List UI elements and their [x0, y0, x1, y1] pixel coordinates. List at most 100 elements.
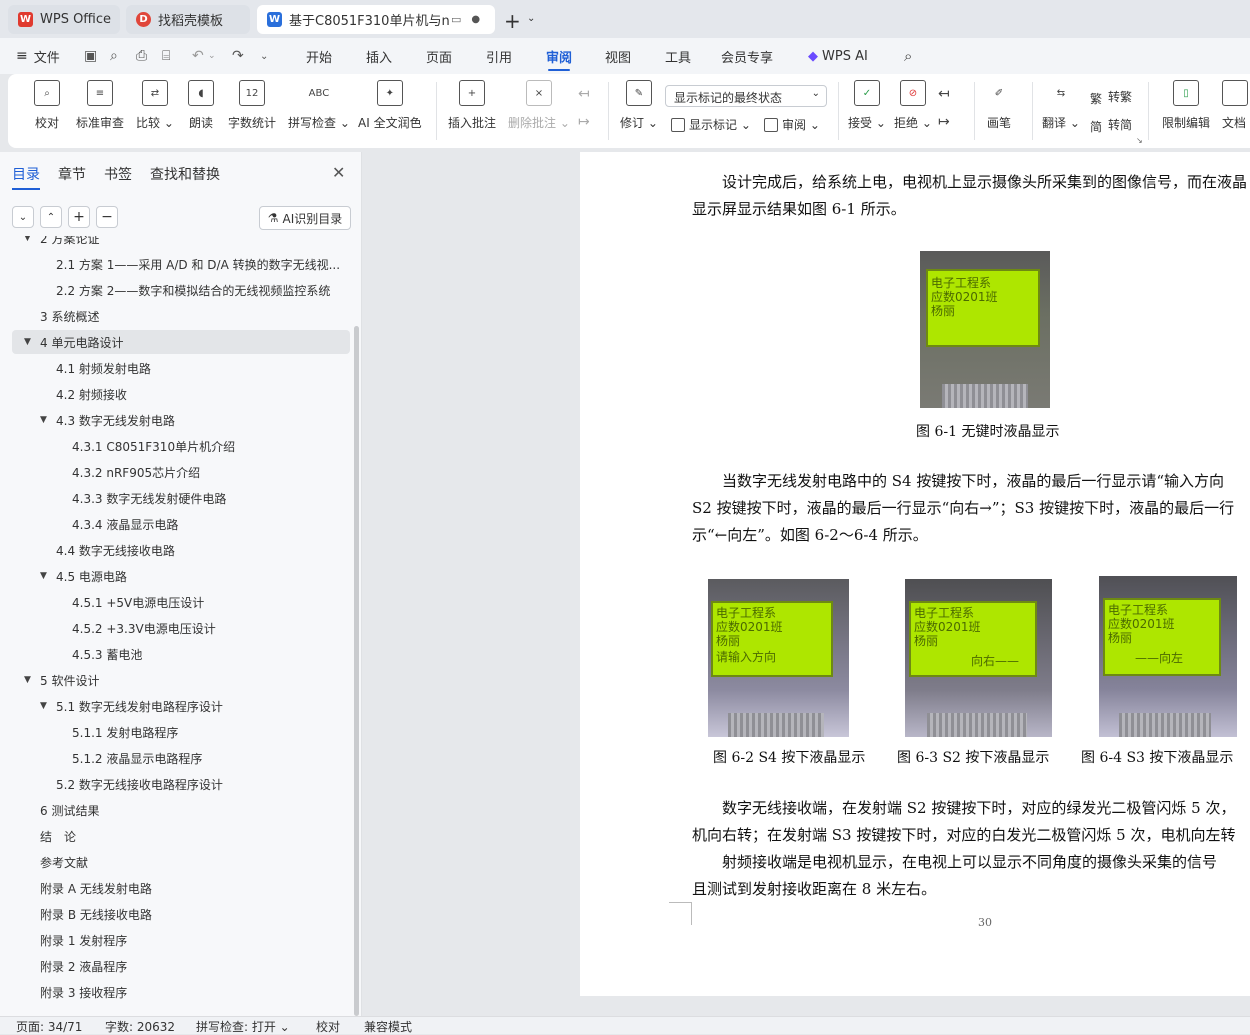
tab-find-replace[interactable]: 查找和替换: [150, 164, 220, 184]
export-icon[interactable]: ⌕: [110, 38, 118, 74]
toc-item[interactable]: 6 测试结果: [12, 798, 350, 822]
save-icon[interactable]: ▣: [84, 38, 97, 74]
wps-ai-menu[interactable]: ◆ WPS AI: [808, 38, 868, 74]
prev-comment-icon[interactable]: ↤: [578, 86, 590, 102]
menu-member[interactable]: 会员专享: [721, 38, 773, 74]
translate-button[interactable]: ⇆ 翻译 ⌄: [1042, 80, 1080, 131]
tab-toc[interactable]: 目录: [12, 164, 40, 190]
word-count-button[interactable]: 12 字数统计: [228, 80, 276, 131]
tab-document[interactable]: W 基于C8051F310单片机与nRF ▭ ●: [257, 5, 495, 34]
prev-change-icon[interactable]: ↤: [938, 86, 950, 102]
print-icon[interactable]: ⎙: [136, 38, 147, 74]
compare-button[interactable]: ⇄ 比较 ⌄: [136, 80, 174, 131]
standard-review-button[interactable]: ≡ 标准审查: [76, 80, 124, 131]
toc-item[interactable]: 附录 2 液晶程序: [12, 954, 350, 978]
menu-review[interactable]: 审阅: [546, 38, 572, 74]
toc-item[interactable]: 4.2 射频接收: [12, 382, 350, 406]
toc-item[interactable]: 4.3.1 C8051F310单片机介绍: [12, 434, 350, 458]
proofread-button[interactable]: ⌕ 校对: [34, 80, 60, 131]
ai-polish-button[interactable]: ✦ AI 全文润色: [358, 80, 422, 131]
to-traditional-button[interactable]: 繁转繁: [1090, 88, 1132, 106]
toc-item[interactable]: 附录 B 无线接收电路: [12, 902, 350, 926]
delete-comment-button[interactable]: × 删除批注 ⌄: [508, 80, 570, 131]
collapse-up-button[interactable]: ⌃: [40, 206, 62, 228]
close-icon[interactable]: ✕: [332, 163, 345, 182]
toc-item[interactable]: ▼ 4 单元电路设计: [12, 330, 350, 354]
page-indicator[interactable]: 页面: 34/71: [16, 1018, 82, 1035]
quick-access-chevron-icon[interactable]: ⌄: [260, 38, 268, 74]
tab-bookmarks[interactable]: 书签: [104, 164, 132, 184]
restrict-editing-button[interactable]: ▯ 限制编辑: [1162, 80, 1210, 131]
expand-triangle-icon[interactable]: ▼: [40, 571, 52, 581]
toc-item[interactable]: ▼ 5.1 数字无线发射电路程序设计: [12, 694, 350, 718]
undo-icon[interactable]: ↶: [192, 38, 204, 74]
menu-home[interactable]: 开始: [306, 38, 332, 74]
markup-state-select[interactable]: 显示标记的最终状态 ⌄: [665, 85, 827, 107]
toc-item[interactable]: 4.5.1 +5V电源电压设计: [12, 590, 350, 614]
menu-view[interactable]: 视图: [605, 38, 631, 74]
toc-item[interactable]: 结 论: [12, 824, 350, 848]
toc-item[interactable]: ▼ 5 软件设计: [12, 668, 350, 692]
tab-chapters[interactable]: 章节: [58, 164, 86, 184]
document-permission-button[interactable]: 文档: [1222, 80, 1250, 131]
toc-item[interactable]: 附录 A 无线发射电路: [12, 876, 350, 900]
new-tab-plus-icon[interactable]: +: [504, 9, 521, 33]
menu-references[interactable]: 引用: [486, 38, 512, 74]
track-changes-button[interactable]: ✎ 修订 ⌄: [620, 80, 658, 131]
toc-item[interactable]: 4.3.2 nRF905芯片介绍: [12, 460, 350, 484]
toc-item[interactable]: 4.4 数字无线接收电路: [12, 538, 350, 562]
toc-item[interactable]: ▼ 2 方案论证: [12, 236, 350, 250]
menu-tools[interactable]: 工具: [665, 38, 691, 74]
expand-triangle-icon[interactable]: ▼: [24, 675, 36, 685]
toc-item[interactable]: 2.1 方案 1——采用 A/D 和 D/A 转换的数字无线视...: [12, 252, 350, 276]
ai-toc-button[interactable]: ⚗ AI识别目录: [259, 206, 351, 230]
word-count-indicator[interactable]: 字数: 20632: [105, 1018, 175, 1035]
show-markup-button[interactable]: 显示标记 ⌄: [671, 116, 751, 133]
reject-button[interactable]: ⊘ 拒绝 ⌄: [894, 80, 932, 131]
toc-item[interactable]: ▼ 4.5 电源电路: [12, 564, 350, 588]
unsaved-dot-icon[interactable]: ●: [471, 14, 480, 25]
expand-triangle-icon[interactable]: ▼: [40, 701, 52, 711]
dialog-launcher-icon[interactable]: ↘: [1136, 136, 1143, 145]
read-aloud-button[interactable]: ◖ 朗读: [188, 80, 214, 131]
print-preview-icon[interactable]: ⌸: [162, 38, 170, 74]
menu-page[interactable]: 页面: [426, 38, 452, 74]
insert-comment-button[interactable]: + 插入批注: [448, 80, 496, 131]
spell-check-indicator[interactable]: 拼写检查: 打开 ⌄: [196, 1018, 290, 1035]
toc-item[interactable]: 2.2 方案 2——数字和模拟结合的无线视频监控系统: [12, 278, 350, 302]
tab-wps-office[interactable]: W WPS Office: [8, 5, 120, 34]
toc-item[interactable]: 参考文献: [12, 850, 350, 874]
menu-insert[interactable]: 插入: [366, 38, 392, 74]
toc-item[interactable]: 4.3.4 液晶显示电路: [12, 512, 350, 536]
expand-triangle-icon[interactable]: ▼: [40, 415, 52, 425]
remove-heading-button[interactable]: −: [96, 206, 118, 228]
toc-item[interactable]: 4.3.3 数字无线发射硬件电路: [12, 486, 350, 510]
toc-item[interactable]: 3 系统概述: [12, 304, 350, 328]
toc-item[interactable]: 5.2 数字无线接收电路程序设计: [12, 772, 350, 796]
toc-item[interactable]: 4.5.2 +3.3V电源电压设计: [12, 616, 350, 640]
to-simplified-button[interactable]: 简转简: [1090, 116, 1132, 134]
toc-item[interactable]: 附录 1 发射程序: [12, 928, 350, 952]
undo-chevron-icon[interactable]: ⌄: [208, 38, 216, 74]
toc-item[interactable]: 附录 3 接收程序: [12, 980, 350, 1004]
add-heading-button[interactable]: +: [68, 206, 90, 228]
expand-triangle-icon[interactable]: ▼: [24, 236, 36, 243]
monitor-icon[interactable]: ▭: [451, 13, 461, 26]
toc-item[interactable]: 5.1.2 液晶显示电路程序: [12, 746, 350, 770]
proofread-indicator[interactable]: 校对: [316, 1018, 340, 1035]
toc-item[interactable]: ▼ 4.3 数字无线发射电路: [12, 408, 350, 432]
next-comment-icon[interactable]: ↦: [578, 114, 590, 130]
tab-docer[interactable]: D 找稻壳模板: [126, 5, 250, 34]
next-change-icon[interactable]: ↦: [938, 114, 950, 130]
expand-triangle-icon[interactable]: ▼: [24, 337, 36, 347]
sidebar-scrollbar[interactable]: [354, 326, 359, 1016]
tab-list-chevron-icon[interactable]: ⌄: [527, 13, 535, 24]
spell-check-button[interactable]: ABC 拼写检查 ⌄: [288, 80, 350, 131]
redo-icon[interactable]: ↷: [232, 38, 244, 74]
review-pane-button[interactable]: 审阅 ⌄: [764, 116, 820, 133]
brush-button[interactable]: ✐ 画笔: [986, 80, 1012, 131]
accept-button[interactable]: ✓ 接受 ⌄: [848, 80, 886, 131]
toc-item[interactable]: 4.5.3 蓄电池: [12, 642, 350, 666]
collapse-down-button[interactable]: ⌄: [12, 206, 34, 228]
toc-item[interactable]: 5.1.1 发射电路程序: [12, 720, 350, 744]
